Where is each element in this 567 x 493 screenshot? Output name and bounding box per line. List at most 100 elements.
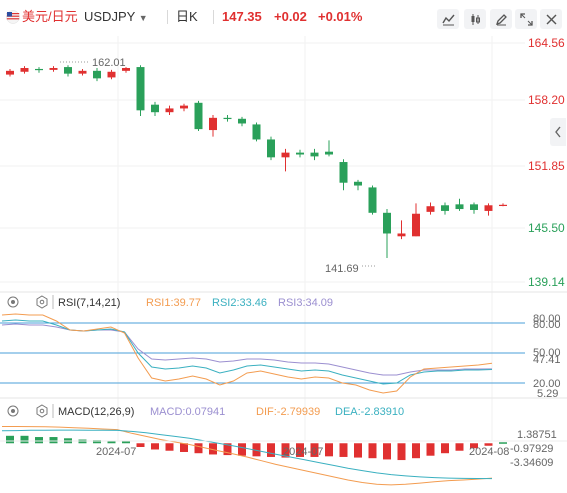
rsi-axis-label: 5.29 bbox=[537, 388, 558, 400]
candle-body bbox=[35, 68, 43, 71]
macd-bar bbox=[122, 441, 130, 444]
macd-bar bbox=[194, 443, 203, 454]
candle bbox=[339, 159, 348, 191]
candle-body bbox=[165, 108, 174, 113]
candle bbox=[78, 68, 87, 76]
time-axis-label: 2024-08 bbox=[469, 446, 509, 458]
candle bbox=[397, 220, 406, 240]
settings-icon[interactable] bbox=[36, 295, 48, 309]
candle bbox=[180, 103, 188, 112]
candle bbox=[35, 67, 43, 73]
macd-bar bbox=[455, 443, 464, 451]
candle bbox=[499, 203, 507, 207]
candle-body bbox=[267, 139, 275, 158]
candle-body bbox=[6, 70, 14, 75]
candle bbox=[194, 100, 203, 132]
candle-body bbox=[470, 204, 478, 210]
rsi2-line bbox=[1, 319, 493, 385]
candle-body bbox=[354, 181, 362, 186]
candle bbox=[412, 203, 420, 237]
macd-bar bbox=[267, 443, 275, 457]
macd-bar bbox=[165, 443, 174, 451]
rsi1-value: RSI1:39.77 bbox=[146, 297, 201, 309]
candle-body bbox=[194, 102, 203, 130]
candle bbox=[223, 115, 232, 122]
candle-body bbox=[238, 118, 246, 124]
price-axis-label: 139.14 bbox=[528, 275, 565, 289]
macd-bar bbox=[136, 443, 145, 447]
candle bbox=[151, 101, 159, 116]
candle bbox=[64, 65, 72, 77]
price-axis-label: 145.50 bbox=[528, 221, 565, 235]
macd-axis-label: 1.38751 bbox=[517, 429, 557, 441]
candle bbox=[383, 209, 391, 259]
macd-bar bbox=[412, 443, 420, 459]
rsi3-value: RSI3:34.09 bbox=[278, 297, 333, 309]
price-axis-label: 164.56 bbox=[528, 36, 565, 50]
rsi-axis-label: 80.00 bbox=[533, 319, 561, 331]
candle-series bbox=[6, 65, 507, 259]
candle bbox=[136, 65, 145, 116]
candle bbox=[267, 136, 275, 161]
settings-icon[interactable] bbox=[36, 404, 48, 418]
candle-body bbox=[223, 117, 232, 120]
candle-body bbox=[151, 104, 159, 113]
macd-hide-button[interactable] bbox=[7, 405, 19, 417]
macd-histogram bbox=[6, 435, 507, 461]
macd-bar bbox=[151, 443, 159, 450]
macd-bar bbox=[325, 443, 333, 457]
candle-body bbox=[484, 205, 493, 211]
candle bbox=[310, 148, 319, 161]
time-axis-label: 2024-07 bbox=[96, 446, 136, 458]
candle-body bbox=[325, 151, 333, 155]
low-marker: 141.69 bbox=[325, 263, 359, 275]
candle-body bbox=[455, 204, 464, 210]
macd-bar bbox=[238, 443, 246, 456]
candle bbox=[354, 179, 362, 191]
candle-body bbox=[426, 206, 435, 212]
macd-bar bbox=[397, 443, 406, 461]
macd-bar bbox=[441, 443, 449, 454]
candle-body bbox=[397, 233, 406, 237]
macd-bar bbox=[499, 442, 507, 444]
candle bbox=[238, 116, 246, 127]
chart-area[interactable]: 162.01 141.69 164.56 158.20 151.85 145.5… bbox=[0, 0, 567, 493]
price-axis-label: 151.85 bbox=[528, 159, 565, 173]
macd-bar bbox=[35, 437, 43, 444]
macd-bar bbox=[49, 437, 58, 444]
macd-axis: 1.38751 -0.97929 -3.34609 bbox=[510, 429, 557, 469]
expand-panel-button[interactable] bbox=[550, 118, 566, 146]
candle bbox=[296, 149, 304, 158]
candle-body bbox=[441, 205, 449, 211]
candle-body bbox=[107, 71, 116, 78]
rsi2-value: RSI2:33.46 bbox=[212, 297, 267, 309]
chevron-left-icon bbox=[555, 126, 561, 138]
price-axis-label: 158.20 bbox=[528, 93, 565, 107]
candle bbox=[252, 122, 261, 142]
macd-bar bbox=[339, 443, 348, 457]
candle bbox=[484, 203, 493, 216]
macd-axis-label: -3.34609 bbox=[510, 457, 553, 469]
candle-body bbox=[281, 152, 290, 158]
candle-body bbox=[136, 67, 145, 111]
candle bbox=[6, 68, 14, 77]
macd-axis-label: -0.97929 bbox=[510, 443, 553, 455]
macd-bar bbox=[368, 443, 377, 459]
candle bbox=[93, 68, 101, 82]
candle-body bbox=[20, 68, 29, 72]
rsi3-line bbox=[1, 323, 493, 376]
macd-title: MACD(12,26,9) bbox=[58, 406, 134, 418]
candle bbox=[470, 202, 478, 214]
candle bbox=[20, 66, 29, 74]
candle bbox=[441, 202, 449, 215]
rsi-hide-button[interactable] bbox=[7, 296, 19, 308]
candle-body bbox=[339, 162, 348, 183]
macd-bar bbox=[20, 435, 29, 444]
macd-bar bbox=[180, 443, 188, 452]
candle-body bbox=[64, 67, 72, 74]
rsi-axis: 80.00 80.00 50.00 47.41 20.00 5.29 bbox=[533, 313, 561, 400]
candle-body bbox=[499, 204, 507, 207]
macd-bar bbox=[6, 435, 14, 444]
candle-body bbox=[180, 105, 188, 109]
candle-body bbox=[49, 68, 58, 70]
